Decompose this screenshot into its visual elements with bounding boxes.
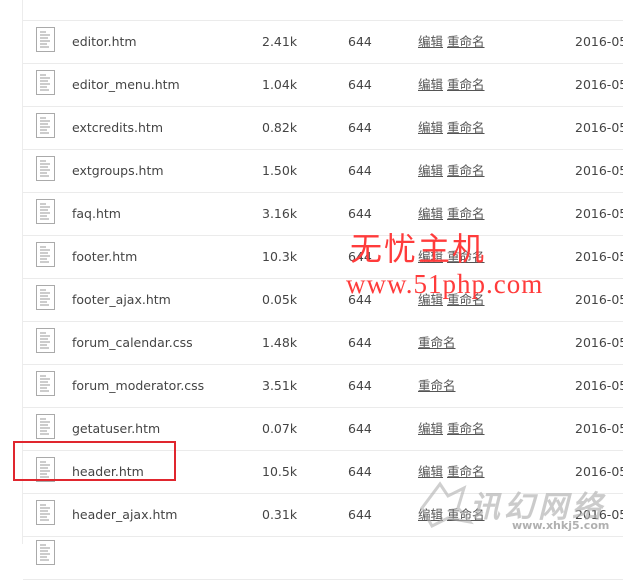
rename-link[interactable]: 重命名 [447,464,485,479]
corner-watermark-logo-icon [420,481,474,528]
file-date: 2016-05 [575,378,623,393]
rename-link[interactable]: 重命名 [447,77,485,92]
file-row[interactable]: forum_moderator.css 3.51k 644 重命名 2016-05 [23,365,623,408]
file-icon [36,199,55,224]
file-size: 0.07k [262,421,298,436]
file-date: 2016-05 [575,421,623,436]
rename-link[interactable]: 重命名 [418,378,456,393]
file-name[interactable]: footer_ajax.htm [72,279,171,321]
file-date: 2016-05 [575,292,623,307]
file-actions: 编辑 重命名 [418,64,489,106]
file-date: 2016-05 [575,206,623,221]
file-permission: 644 [348,163,372,178]
file-icon [36,27,55,52]
file-icon [36,371,55,396]
file-icon [36,500,55,525]
file-size: 0.82k [262,120,298,135]
file-permission: 644 [348,507,372,522]
file-actions: 重命名 [418,322,460,364]
file-name[interactable]: faq.htm [72,193,121,235]
file-date: 2016-05 [575,77,623,92]
watermark-site-url: www.51php.com [346,269,544,299]
file-name[interactable]: editor_menu.htm [72,64,180,106]
file-permission: 644 [348,77,372,92]
file-date: 2016-05 [575,34,623,49]
file-row[interactable]: editor_menu.htm 1.04k 644 编辑 重命名 2016-05 [23,64,623,107]
rename-link[interactable]: 重命名 [447,34,485,49]
file-actions: 编辑 重命名 [418,150,489,192]
edit-link[interactable]: 编辑 [418,34,443,49]
rename-link[interactable]: 重命名 [447,206,485,221]
file-icon [36,70,55,95]
file-actions: 重命名 [418,365,460,407]
file-permission: 644 [348,335,372,350]
file-permission: 644 [348,421,372,436]
file-size: 2.41k [262,34,298,49]
file-row[interactable]: extgroups.htm 1.50k 644 编辑 重命名 2016-05 [23,150,623,193]
file-size: 1.04k [262,77,298,92]
file-size: 3.16k [262,206,298,221]
file-row[interactable]: forum_calendar.css 1.48k 644 重命名 2016-05 [23,322,623,365]
file-name[interactable]: header_ajax.htm [72,494,177,536]
file-name[interactable]: extgroups.htm [72,150,164,192]
edit-link[interactable]: 编辑 [418,421,443,436]
file-icon [36,156,55,181]
file-date: 2016-05 [575,335,623,350]
rename-link[interactable]: 重命名 [447,421,485,436]
file-name[interactable]: extcredits.htm [72,107,163,149]
file-actions: 编辑 重命名 [418,107,489,149]
file-name[interactable]: footer.htm [72,236,137,278]
file-row[interactable] [23,537,623,580]
file-row[interactable]: faq.htm 3.16k 644 编辑 重命名 2016-05 [23,193,623,236]
file-size: 1.50k [262,163,298,178]
file-icon [36,113,55,138]
edit-link[interactable]: 编辑 [418,206,443,221]
file-row[interactable]: 编辑 [23,0,623,21]
file-icon [36,414,55,439]
edit-link[interactable]: 编辑 [418,120,443,135]
file-icon [36,285,55,310]
file-actions: 编辑 [418,0,447,20]
edit-link[interactable]: 编辑 [418,77,443,92]
file-name[interactable]: forum_moderator.css [72,365,204,407]
watermark-site-name: 无忧主机 [350,230,487,268]
highlight-box [13,441,176,481]
edit-link[interactable]: 编辑 [418,163,443,178]
file-size: 0.05k [262,292,298,307]
file-actions: 编辑 重命名 [418,21,489,63]
file-actions: 编辑 重命名 [418,408,489,450]
file-date: 2016-05 [575,120,623,135]
file-icon [36,242,55,267]
file-permission: 644 [348,378,372,393]
file-permission: 644 [348,120,372,135]
file-date: 2016-05 [575,163,623,178]
file-name[interactable]: editor.htm [72,21,137,63]
file-date: 2016-05 [575,249,623,264]
corner-watermark-url: www.xhkj5.com [512,519,610,532]
file-size: 10.5k [262,464,298,479]
file-row[interactable]: extcredits.htm 0.82k 644 编辑 重命名 2016-05 [23,107,623,150]
file-size: 0.31k [262,507,298,522]
file-permission: 644 [348,464,372,479]
file-size: 1.48k [262,335,298,350]
rename-link[interactable]: 重命名 [447,120,485,135]
rename-link[interactable]: 重命名 [418,335,456,350]
file-size: 10.3k [262,249,298,264]
file-permission: 644 [348,34,372,49]
edit-link[interactable]: 编辑 [418,464,443,479]
file-row[interactable]: editor.htm 2.41k 644 编辑 重命名 2016-05 [23,21,623,64]
file-icon [36,328,55,353]
rename-link[interactable]: 重命名 [447,163,485,178]
file-size: 3.51k [262,378,298,393]
file-name[interactable]: forum_calendar.css [72,322,193,364]
